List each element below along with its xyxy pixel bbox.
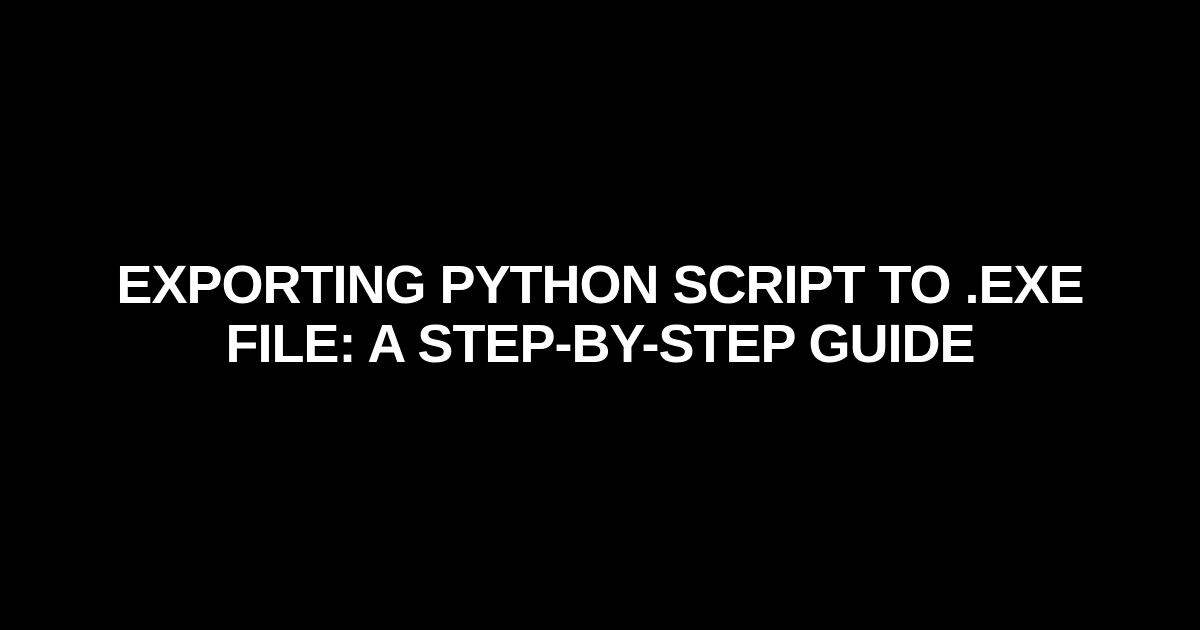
page-title: Exporting Python Script to .exe File: A … bbox=[0, 256, 1200, 375]
